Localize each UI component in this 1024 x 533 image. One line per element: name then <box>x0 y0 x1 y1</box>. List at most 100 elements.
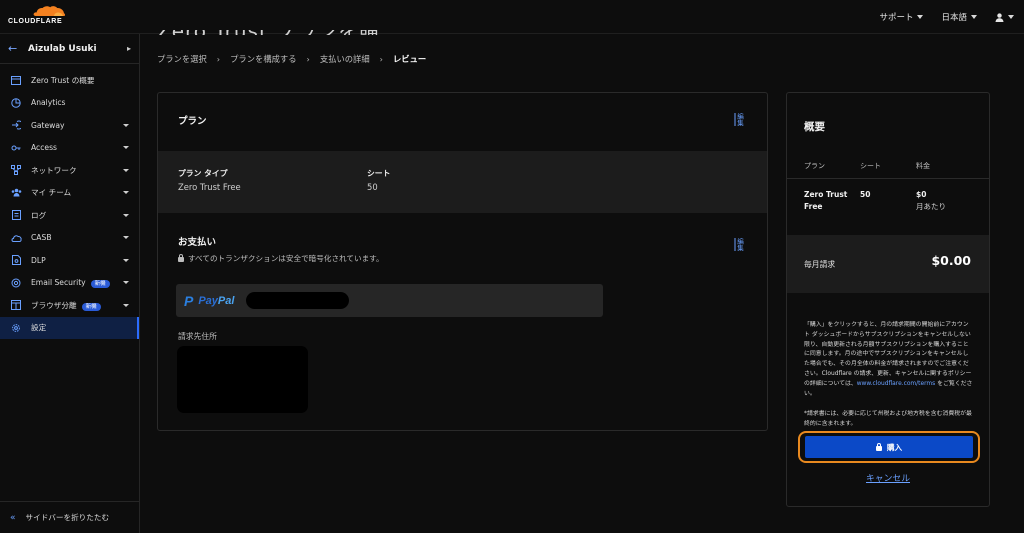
plan-details-row: プラン タイプ Zero Trust Free シート 50 <box>158 151 767 213</box>
logo-text: CLOUDFLARE <box>8 18 63 25</box>
sidebar-item-casb[interactable]: CASB <box>0 227 139 250</box>
breadcrumb-step[interactable]: 支払いの詳細 <box>320 53 370 65</box>
support-menu[interactable]: サポート <box>879 11 924 23</box>
chevron-right-icon: ▸ <box>126 44 131 53</box>
secure-note: すべてのトランザクションは安全で暗号化されています。 <box>178 253 384 264</box>
cloud-icon <box>33 6 66 16</box>
divider <box>787 178 989 179</box>
breadcrumb-current: レビュー <box>392 54 427 64</box>
cloudflare-logo[interactable]: CLOUDFLARE <box>8 4 68 28</box>
lock-icon <box>178 254 184 262</box>
secure-note-text: すべてのトランザクションは安全で暗号化されています。 <box>188 254 384 263</box>
sidebar-item-label: ブラウザ分離 新機 <box>31 300 123 311</box>
chevron-down-icon <box>1008 15 1014 19</box>
buy-button[interactable]: 購入 <box>805 436 973 458</box>
back-arrow-icon[interactable]: ← <box>8 42 28 55</box>
lock-icon <box>875 442 882 451</box>
sidebar-item-email-security[interactable]: Email Security 新機 <box>0 272 139 295</box>
monthly-total: $0.00 <box>931 253 971 268</box>
summary-plan-name: Zero Trust Free <box>804 190 848 211</box>
sidebar-item-label: ネットワーク <box>31 165 77 175</box>
sidebar-item-label: Zero Trust の概要 <box>31 75 95 85</box>
email-icon <box>10 278 22 288</box>
cancel-link[interactable]: キャンセル <box>787 471 989 484</box>
sidebar-item-access[interactable]: Access <box>0 137 139 160</box>
paypal-logo: P PayPal <box>184 293 234 309</box>
monthly-billing-row: 毎月請求 $0.00 <box>787 235 989 293</box>
sidebar-item-team[interactable]: マイ チーム <box>0 182 139 205</box>
summary-seats: 50 <box>860 190 871 199</box>
user-menu[interactable] <box>995 12 1014 22</box>
chevron-down-icon <box>971 15 977 19</box>
chevron-right-icon: › <box>379 54 383 64</box>
chevron-down-icon <box>123 146 129 150</box>
chevron-down-icon <box>123 236 129 240</box>
billing-address-label: 請求先住所 <box>178 332 217 341</box>
sidebar-item-label: Gateway <box>31 120 65 130</box>
chevron-down-icon <box>123 168 129 172</box>
sidebar-item-label: ログ <box>31 210 47 220</box>
monthly-label: 毎月請求 <box>804 260 836 269</box>
seats-value: 50 <box>367 182 378 192</box>
account-switcher[interactable]: ← Aizulab Usuki ▸ <box>0 34 139 64</box>
sidebar-item-logs[interactable]: ログ <box>0 204 139 227</box>
language-label: 日本語 <box>941 13 967 23</box>
collapse-sidebar-button[interactable]: « サイドバーを折りたたむ <box>0 501 140 533</box>
payment-section-title: お支払い <box>178 237 217 248</box>
settings-icon <box>10 323 22 333</box>
chevron-down-icon <box>123 281 129 285</box>
plan-section-title: プラン <box>178 116 207 127</box>
sidebar-item-analytics[interactable]: Analytics <box>0 92 139 115</box>
chevron-right-icon: › <box>216 54 221 64</box>
language-menu[interactable]: 日本語 <box>941 11 977 23</box>
plan-type-label: プラン タイプ <box>178 169 228 178</box>
chevron-down-icon <box>123 191 129 195</box>
sidebar-item-label: Analytics <box>31 98 66 108</box>
top-bar: CLOUDFLARE サポート 日本語 <box>0 0 1024 34</box>
double-chevron-left-icon: « <box>10 512 16 523</box>
sidebar-item-settings[interactable]: 設定 <box>0 316 139 339</box>
sidebar-item-label: Access <box>31 143 57 153</box>
tax-note: *請求書には、必要に応じて州税および地方税を含む消費税が最終的に含まれます。 <box>804 411 972 427</box>
chevron-down-icon <box>123 258 129 262</box>
breadcrumb-step[interactable]: プランを選択 <box>157 53 207 65</box>
sidebar-item-gateway[interactable]: Gateway <box>0 114 139 137</box>
plan-review-card: プラン 編集 プラン タイプ Zero Trust Free シート 50 お支… <box>157 92 768 431</box>
buy-button-label: 購入 <box>886 442 903 452</box>
terms-text: 「購入」をクリックすると、月の請求期間の開始前にアカウント ダッシュボードからサ… <box>804 322 972 387</box>
analytics-icon <box>10 98 22 108</box>
sidebar-item-dlp[interactable]: DLP <box>0 249 139 272</box>
sidebar-item-label: 設定 <box>31 323 47 333</box>
paypal-icon: P <box>184 292 194 309</box>
chevron-down-icon <box>917 15 924 19</box>
summary-price: $0 月あたり <box>916 190 946 211</box>
page-title-clipped: Zero Trust プランを購入する <box>157 30 387 35</box>
user-icon <box>995 12 1004 22</box>
sidebar-item-label: CASB <box>31 233 52 243</box>
new-badge: 新機 <box>81 302 101 311</box>
terms-link[interactable]: www.cloudflare.com/terms <box>857 381 935 387</box>
summary-header-plan: プラン <box>804 162 825 170</box>
chevron-down-icon <box>123 213 129 217</box>
redacted-account <box>246 292 350 309</box>
sidebar-item-browser-isolation[interactable]: ブラウザ分離 新機 <box>0 294 139 317</box>
sidebar-item-label: Email Security 新機 <box>31 278 123 289</box>
edit-payment-link[interactable]: 編集 <box>736 238 744 251</box>
account-name: Aizulab Usuki <box>28 43 97 54</box>
sidebar-item-overview[interactable]: Zero Trust の概要 <box>0 69 139 92</box>
sidebar-item-network[interactable]: ネットワーク <box>0 159 139 182</box>
sidebar-nav: Zero Trust の概要 Analytics Gateway Access … <box>0 64 139 339</box>
order-summary-panel: 概要 プラン シート 料金 Zero Trust Free 50 $0 月あたり … <box>786 92 990 507</box>
purchase-terms: 「購入」をクリックすると、月の請求期間の開始前にアカウント ダッシュボードからサ… <box>804 321 974 399</box>
seats-label: シート <box>367 169 391 178</box>
new-badge: 新機 <box>90 280 110 289</box>
edit-plan-link[interactable]: 編集 <box>736 113 744 126</box>
redacted-billing-address <box>177 346 308 413</box>
payment-method: P PayPal <box>176 284 603 317</box>
breadcrumb-step[interactable]: プランを構成する <box>230 53 296 65</box>
access-icon <box>10 143 22 153</box>
sidebar-item-label: DLP <box>31 255 46 265</box>
sidebar: ← Aizulab Usuki ▸ Zero Trust の概要 Analyti… <box>0 34 140 533</box>
summary-title: 概要 <box>804 121 825 133</box>
plan-type-value: Zero Trust Free <box>178 182 241 192</box>
